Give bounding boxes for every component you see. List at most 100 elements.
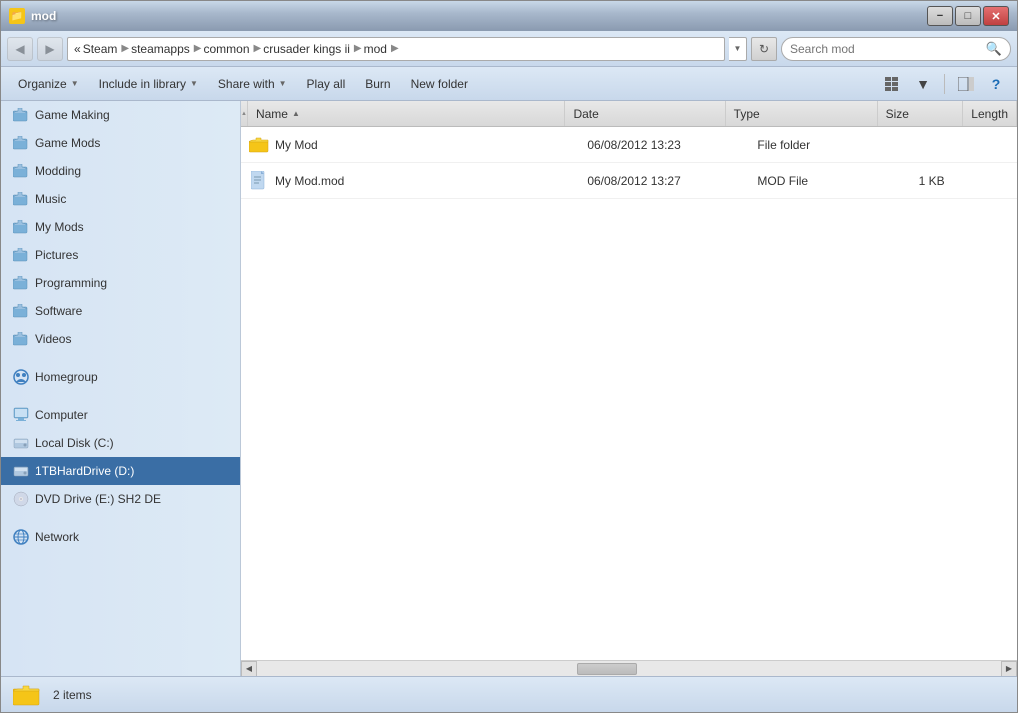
maximize-button[interactable]: □ bbox=[955, 6, 981, 26]
refresh-button[interactable]: ↻ bbox=[751, 37, 777, 61]
file-list-body[interactable]: My Mod 06/08/2012 13:23 File folder bbox=[241, 127, 1017, 660]
file-date-cell: 06/08/2012 13:27 bbox=[579, 174, 749, 188]
programming-icon bbox=[13, 275, 29, 291]
music-icon bbox=[13, 191, 29, 207]
game-making-icon bbox=[13, 107, 29, 123]
breadcrumb-item-common[interactable]: common ▶ bbox=[203, 42, 263, 56]
address-bar: ◀ ▶ « Steam ▶ steamapps ▶ common ▶ crusa… bbox=[1, 31, 1017, 67]
sidebar-item-local-disk[interactable]: Local Disk (C:) bbox=[1, 429, 240, 457]
organize-button[interactable]: Organize ▼ bbox=[9, 71, 88, 97]
preview-pane-button[interactable] bbox=[953, 71, 979, 97]
breadcrumb-item-game[interactable]: crusader kings ii ▶ bbox=[263, 42, 363, 56]
breadcrumb[interactable]: « Steam ▶ steamapps ▶ common ▶ crusader … bbox=[67, 37, 725, 61]
play-all-button[interactable]: Play all bbox=[298, 71, 355, 97]
table-row[interactable]: My Mod 06/08/2012 13:23 File folder bbox=[241, 127, 1017, 163]
column-header-size[interactable]: Size bbox=[878, 101, 964, 126]
videos-icon bbox=[13, 331, 29, 347]
my-mods-icon bbox=[13, 219, 29, 235]
local-disk-icon bbox=[13, 435, 29, 451]
view-dropdown-button[interactable]: ▼ bbox=[910, 71, 936, 97]
minimize-button[interactable]: − bbox=[927, 6, 953, 26]
breadcrumb-item-steamapps[interactable]: steamapps ▶ bbox=[131, 42, 203, 56]
homegroup-icon bbox=[13, 369, 29, 385]
search-icon[interactable]: 🔍 bbox=[986, 41, 1002, 57]
dvd-drive-icon bbox=[13, 491, 29, 507]
sidebar-item-videos[interactable]: Videos bbox=[1, 325, 240, 353]
toolbar-separator bbox=[944, 74, 945, 94]
include-library-button[interactable]: Include in library ▼ bbox=[90, 71, 207, 97]
title-buttons: − □ ✕ bbox=[927, 6, 1009, 26]
file-name-cell[interactable]: My Mod bbox=[241, 135, 579, 155]
sidebar-item-game-mods[interactable]: Game Mods bbox=[1, 129, 240, 157]
file-size-cell: 1 KB bbox=[911, 174, 1001, 188]
sidebar-item-1tb-drive[interactable]: 1TBHardDrive (D:) bbox=[1, 457, 240, 485]
file-list-header: ▲ Name ▲ Date Type Size Length bbox=[241, 101, 1017, 127]
sort-indicator[interactable]: ▲ bbox=[241, 101, 248, 126]
scroll-right-button[interactable]: ▶ bbox=[1001, 661, 1017, 677]
close-button[interactable]: ✕ bbox=[983, 6, 1009, 26]
network-icon bbox=[13, 529, 29, 545]
status-item-count: 2 items bbox=[53, 688, 92, 702]
include-chevron: ▼ bbox=[190, 79, 198, 88]
sidebar-item-programming[interactable]: Programming bbox=[1, 269, 240, 297]
address-dropdown-button[interactable]: ▼ bbox=[729, 37, 747, 61]
view-options-button[interactable] bbox=[880, 71, 906, 97]
file-type-cell: MOD File bbox=[749, 174, 910, 188]
breadcrumb-item-mod[interactable]: mod ▶ bbox=[364, 42, 401, 56]
window-icon: 📁 bbox=[9, 8, 25, 24]
title-bar-left: 📁 mod bbox=[9, 8, 56, 24]
window-title: mod bbox=[31, 9, 56, 23]
1tb-drive-icon bbox=[13, 463, 29, 479]
file-date-cell: 06/08/2012 13:23 bbox=[579, 138, 749, 152]
sidebar-item-network[interactable]: Network bbox=[1, 523, 240, 551]
table-row[interactable]: My Mod.mod 06/08/2012 13:27 MOD File 1 K… bbox=[241, 163, 1017, 199]
back-button[interactable]: ◀ bbox=[7, 37, 33, 61]
mod-file-icon bbox=[249, 171, 269, 191]
sidebar-item-pictures[interactable]: Pictures bbox=[1, 241, 240, 269]
search-box: 🔍 bbox=[781, 37, 1011, 61]
file-type-cell: File folder bbox=[749, 138, 910, 152]
toolbar: Organize ▼ Include in library ▼ Share wi… bbox=[1, 67, 1017, 101]
sidebar-item-computer[interactable]: Computer bbox=[1, 401, 240, 429]
pictures-icon bbox=[13, 247, 29, 263]
forward-button[interactable]: ▶ bbox=[37, 37, 63, 61]
status-bar: 2 items bbox=[1, 676, 1017, 712]
column-header-length[interactable]: Length bbox=[963, 101, 1017, 126]
computer-icon bbox=[13, 407, 29, 423]
sidebar-item-homegroup[interactable]: Homegroup bbox=[1, 363, 240, 391]
sidebar: Game Making Game Mods bbox=[1, 101, 241, 676]
horizontal-scrollbar[interactable]: ◀ ▶ bbox=[241, 660, 1017, 676]
column-header-date[interactable]: Date bbox=[565, 101, 725, 126]
organize-chevron: ▼ bbox=[71, 79, 79, 88]
window: 📁 mod − □ ✕ ◀ ▶ « Steam ▶ steamapps ▶ co… bbox=[0, 0, 1018, 713]
scroll-track[interactable] bbox=[257, 661, 1001, 676]
software-icon bbox=[13, 303, 29, 319]
sidebar-item-dvd-drive[interactable]: DVD Drive (E:) SH2 DE bbox=[1, 485, 240, 513]
burn-button[interactable]: Burn bbox=[356, 71, 399, 97]
sidebar-item-my-mods[interactable]: My Mods bbox=[1, 213, 240, 241]
breadcrumb-item-steam[interactable]: « Steam ▶ bbox=[74, 42, 131, 56]
game-mods-icon bbox=[13, 135, 29, 151]
sidebar-item-software[interactable]: Software bbox=[1, 297, 240, 325]
folder-icon bbox=[249, 135, 269, 155]
main-content: Game Making Game Mods bbox=[1, 101, 1017, 676]
modding-icon bbox=[13, 163, 29, 179]
scroll-thumb[interactable] bbox=[577, 663, 637, 675]
toolbar-right: ▼ ? bbox=[880, 71, 1009, 97]
scroll-left-button[interactable]: ◀ bbox=[241, 661, 257, 677]
share-with-button[interactable]: Share with ▼ bbox=[209, 71, 296, 97]
search-input[interactable] bbox=[790, 42, 982, 56]
file-name-cell[interactable]: My Mod.mod bbox=[241, 171, 579, 191]
sidebar-item-game-making[interactable]: Game Making bbox=[1, 101, 240, 129]
column-header-type[interactable]: Type bbox=[726, 101, 878, 126]
sidebar-item-modding[interactable]: Modding bbox=[1, 157, 240, 185]
file-area: ▲ Name ▲ Date Type Size Length bbox=[241, 101, 1017, 676]
share-chevron: ▼ bbox=[279, 79, 287, 88]
help-button[interactable]: ? bbox=[983, 71, 1009, 97]
sidebar-item-music[interactable]: Music bbox=[1, 185, 240, 213]
column-header-name[interactable]: Name ▲ bbox=[248, 101, 566, 126]
title-bar: 📁 mod − □ ✕ bbox=[1, 1, 1017, 31]
new-folder-button[interactable]: New folder bbox=[402, 71, 477, 97]
sidebar-scroll[interactable]: Game Making Game Mods bbox=[1, 101, 240, 676]
status-folder-icon bbox=[13, 681, 41, 709]
